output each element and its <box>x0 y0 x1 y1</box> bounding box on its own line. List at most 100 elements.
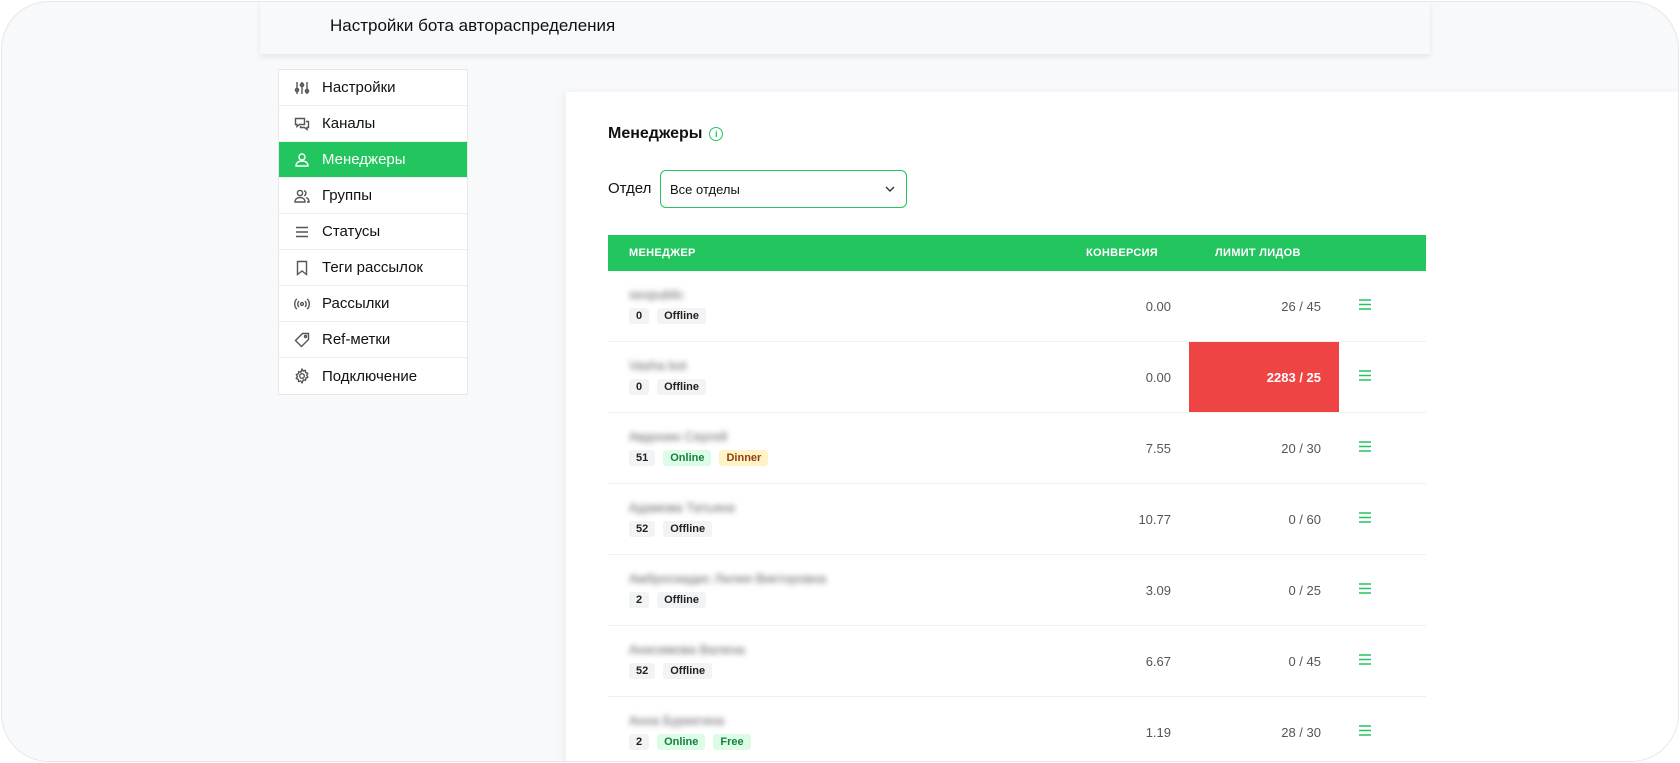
lead-count-badge: 52 <box>629 521 656 537</box>
sidebar-item-0[interactable]: Настройки <box>279 70 467 106</box>
chevron-down-icon <box>885 186 895 192</box>
drag-handle-icon[interactable] <box>1358 511 1372 524</box>
tag-icon <box>294 332 310 348</box>
status-badge: Offline <box>657 379 706 395</box>
status-badge: Offline <box>663 521 713 537</box>
manager-name[interactable]: Анисимова Валена <box>629 642 745 657</box>
top-bar: Настройки бота автораспределения <box>260 2 1430 54</box>
sidebar-item-label: Подключение <box>322 367 418 385</box>
bookmark-icon <box>294 260 310 276</box>
lead-limit[interactable]: 2283 / 25 <box>1189 342 1339 412</box>
lead-count-badge: 2 <box>629 734 650 750</box>
status-badge: Dinner <box>719 450 769 466</box>
table-row: Анисимова Валена 52 Offline 6.67 0 / 45 <box>608 626 1426 697</box>
lead-limit[interactable]: 0 / 60 <box>1189 484 1339 554</box>
sidebar-item-label: Рассылки <box>322 295 390 312</box>
info-icon[interactable]: i <box>709 127 724 141</box>
user-icon <box>294 152 310 168</box>
badge-group: 51 Online Dinner <box>629 450 769 466</box>
status-badge: Online <box>663 450 712 466</box>
conversion-value: 3.09 <box>1145 583 1171 598</box>
broadcast-icon <box>294 296 310 312</box>
drag-handle-icon[interactable] <box>1358 440 1372 453</box>
sidebar-item-5[interactable]: Теги рассылок <box>279 250 467 286</box>
status-badge: Offline <box>657 308 706 324</box>
status-badge: Online <box>657 734 706 750</box>
lead-limit[interactable]: 26 / 45 <box>1189 271 1339 341</box>
drag-handle-icon[interactable] <box>1358 582 1372 595</box>
sidebar-item-4[interactable]: Статусы <box>279 214 467 250</box>
manager-name[interactable]: Vasha bot <box>629 358 687 373</box>
sidebar-item-6[interactable]: Рассылки <box>279 286 467 322</box>
lead-limit-value: 0 / 25 <box>1288 582 1321 598</box>
chat-bubbles-icon <box>294 116 310 132</box>
table-row: Анна Буркегина 2 Online Free 1.19 28 / 30 <box>608 697 1426 761</box>
conversion-value: 1.19 <box>1145 725 1171 740</box>
sliders-icon <box>294 80 310 96</box>
status-badge: Offline <box>657 592 706 608</box>
lead-limit[interactable]: 20 / 30 <box>1189 413 1339 483</box>
manager-name[interactable]: Амбросиадис Лилия Викторовна <box>629 571 826 586</box>
department-select-value: Все отделы <box>670 181 740 197</box>
lead-limit-value: 0 / 60 <box>1288 511 1321 527</box>
sidebar-item-label: Настройки <box>322 79 396 96</box>
sidebar-item-1[interactable]: Каналы <box>279 106 467 142</box>
sidebar-item-7[interactable]: Ref-метки <box>279 322 467 358</box>
conversion-value: 0.00 <box>1145 370 1171 385</box>
lead-limit[interactable]: 28 / 30 <box>1189 697 1339 761</box>
sidebar-item-2[interactable]: Менеджеры <box>279 142 467 178</box>
manager-name[interactable]: Адамова Татьяна <box>629 500 735 515</box>
manager-name[interactable]: seopublic <box>629 287 684 302</box>
badge-group: 2 Offline <box>629 592 706 608</box>
table-header: МЕНЕДЖЕР КОНВЕРСИЯ ЛИМИТ ЛИДОВ <box>608 235 1426 271</box>
sidebar-item-label: Статусы <box>322 223 381 240</box>
status-badge: Offline <box>663 663 713 679</box>
main-panel: Менеджеры i Отдел Все отделы МЕНЕДЖЕР КО… <box>566 92 1678 761</box>
manager-name[interactable]: Авдонин Сергей <box>629 429 727 444</box>
sidebar-item-8[interactable]: Подключение <box>279 358 467 394</box>
drag-handle-icon[interactable] <box>1358 298 1372 311</box>
table-row: Vasha bot 0 Offline 0.00 2283 / 25 <box>608 342 1426 413</box>
lead-limit[interactable]: 0 / 25 <box>1189 555 1339 625</box>
lead-count-badge: 0 <box>629 379 650 395</box>
manager-name[interactable]: Анна Буркегина <box>629 713 724 728</box>
list-icon <box>294 224 310 240</box>
lead-limit-value: 20 / 30 <box>1281 440 1321 456</box>
lead-count-badge: 0 <box>629 308 650 324</box>
column-manager[interactable]: МЕНЕДЖЕР <box>629 247 696 259</box>
section-title: Менеджеры i <box>608 125 724 143</box>
table-row: Адамова Татьяна 52 Offline 10.77 0 / 60 <box>608 484 1426 555</box>
lead-count-badge: 52 <box>629 663 656 679</box>
column-conversion[interactable]: КОНВЕРСИЯ <box>1086 247 1158 259</box>
badge-group: 0 Offline <box>629 308 706 324</box>
lead-limit-value: 0 / 45 <box>1288 653 1321 669</box>
sidebar-item-3[interactable]: Группы <box>279 178 467 214</box>
lead-limit-value: 28 / 30 <box>1281 724 1321 740</box>
lead-limit-value: 2283 / 25 <box>1266 369 1321 385</box>
page-title: Настройки бота автораспределения <box>330 16 616 35</box>
drag-handle-icon[interactable] <box>1358 724 1372 737</box>
lead-limit[interactable]: 0 / 45 <box>1189 626 1339 696</box>
conversion-value: 7.55 <box>1145 441 1171 456</box>
sidebar-item-label: Группы <box>322 187 372 204</box>
conversion-value: 0.00 <box>1145 299 1171 314</box>
users-icon <box>294 188 310 204</box>
sidebar: Настройки Каналы Менеджеры Группы Статусы Тег… <box>278 69 468 395</box>
drag-handle-icon[interactable] <box>1358 369 1372 382</box>
table-row: Авдонин Сергей 51 Online Dinner 7.55 20 / 30 <box>608 413 1426 484</box>
column-limit[interactable]: ЛИМИТ ЛИДОВ <box>1215 247 1301 259</box>
gear-icon <box>294 368 310 384</box>
lead-count-badge: 2 <box>629 592 650 608</box>
badge-group: 52 Offline <box>629 521 713 537</box>
table-row: seopublic 0 Offline 0.00 26 / 45 <box>608 271 1426 342</box>
managers-table: МЕНЕДЖЕР КОНВЕРСИЯ ЛИМИТ ЛИДОВ seopublic… <box>608 235 1426 761</box>
drag-handle-icon[interactable] <box>1358 653 1372 666</box>
badge-group: 2 Online Free <box>629 734 751 750</box>
department-label: Отдел <box>608 180 652 197</box>
badge-group: 0 Offline <box>629 379 706 395</box>
department-select[interactable]: Все отделы <box>660 170 907 208</box>
table-row: Амбросиадис Лилия Викторовна 2 Offline 3.09… <box>608 555 1426 626</box>
table-body: seopublic 0 Offline 0.00 26 / 45 Vasha bot 0 Of… <box>608 271 1426 761</box>
sidebar-item-label: Теги рассылок <box>322 259 423 276</box>
app-frame: Настройки бота автораспределения Настрой… <box>1 1 1679 762</box>
